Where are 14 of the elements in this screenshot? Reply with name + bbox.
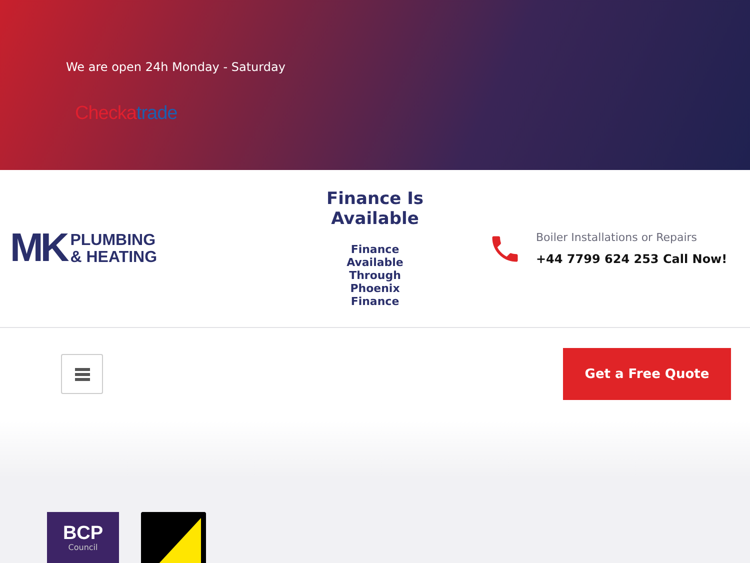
badge-title: BCP: [62, 524, 104, 543]
phone-number[interactable]: +44 7799 624 253 Call Now!: [536, 252, 728, 266]
finance-text: Finance Available Through Phoenix Finance: [346, 243, 404, 308]
logo-text: & HEATING: [70, 248, 158, 266]
logo-text: PLUMBING: [70, 232, 157, 248]
service-label: Boiler Installations or Repairs: [536, 231, 698, 244]
finance-heading: Finance Is Available: [325, 189, 425, 229]
badge-subtitle: Council: [68, 543, 98, 552]
opening-hours-text: We are open 24h Monday - Saturday: [66, 60, 286, 74]
quote-button[interactable]: Get a Free Quote: [563, 348, 731, 400]
menu-icon: [74, 368, 90, 380]
menu-button[interactable]: [61, 354, 103, 394]
logo-mark[interactable]: MK: [10, 226, 66, 271]
gas-safe-badge: [141, 512, 206, 563]
